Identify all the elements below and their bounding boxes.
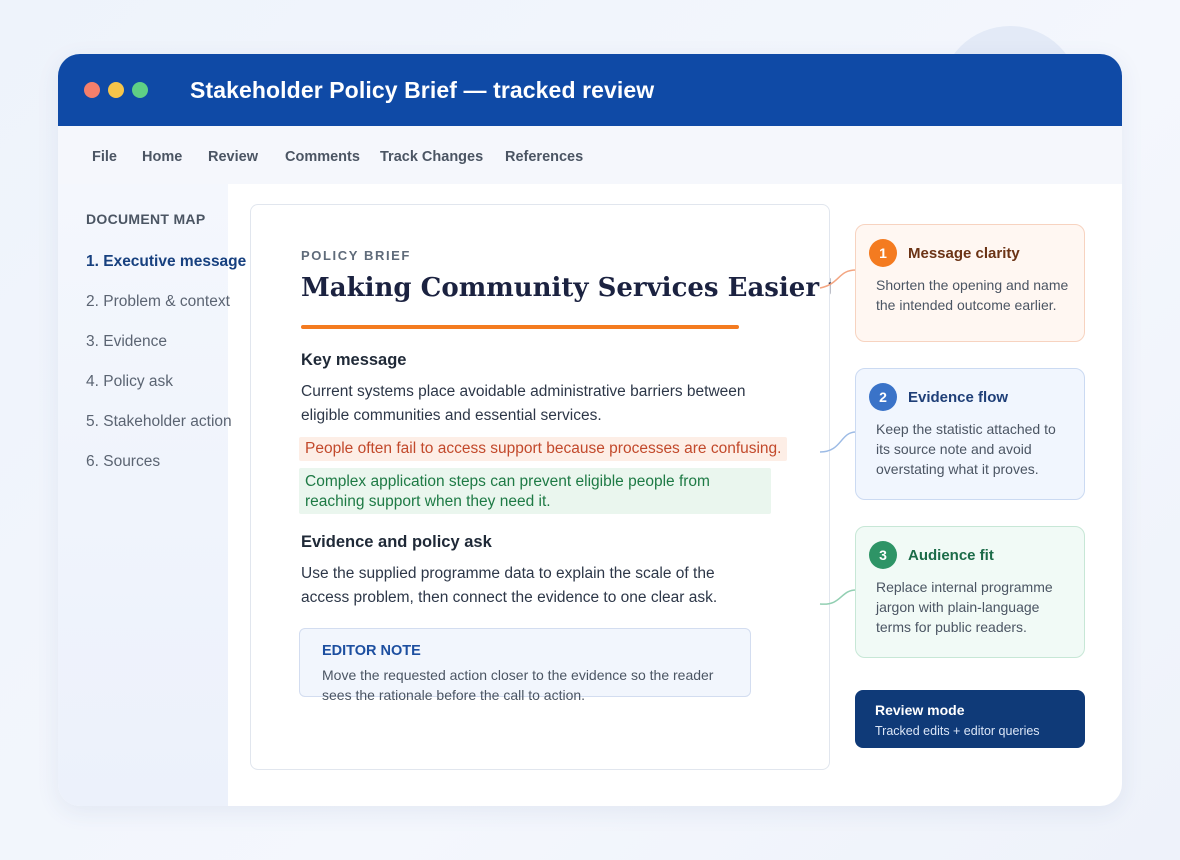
title-bar: Stakeholder Policy Brief — tracked revie… xyxy=(58,54,1122,126)
evidence-text[interactable]: Use the supplied programme data to expla… xyxy=(301,562,761,610)
sidebar-item-executive-message[interactable]: 1. Executive message xyxy=(86,253,246,271)
sidebar-item-stakeholder-action[interactable]: 5. Stakeholder action xyxy=(86,413,232,431)
comment-text: Keep the statistic attached to its sourc… xyxy=(876,421,1056,477)
comment-number-badge: 3 xyxy=(869,541,897,569)
tracked-deletion[interactable]: People often fail to access support beca… xyxy=(299,437,788,461)
comment-number-badge: 2 xyxy=(869,383,897,411)
menu-comments[interactable]: Comments xyxy=(285,149,360,165)
document-title[interactable]: Making Community Services Easier to Acce… xyxy=(301,273,831,303)
comment-card-audience-fit[interactable]: 3 Audience fit Replace internal programm… xyxy=(855,526,1085,658)
comment-text: Shorten the opening and name the intende… xyxy=(876,277,1069,313)
app-window: Stakeholder Policy Brief — tracked revie… xyxy=(58,54,1122,806)
comment-card-evidence-flow[interactable]: 2 Evidence flow Keep the statistic attac… xyxy=(855,368,1085,500)
document-page: POLICY BRIEF Making Community Services E… xyxy=(250,204,831,770)
review-mode-panel[interactable]: Review mode Tracked edits + editor queri… xyxy=(855,690,1085,748)
sidebar-item-sources[interactable]: 6. Sources xyxy=(86,453,160,471)
maximize-window-button[interactable] xyxy=(132,82,148,98)
comment-card-message-clarity[interactable]: 1 Message clarity Shorten the opening an… xyxy=(855,224,1085,342)
tracked-insertion[interactable]: Complex application steps can prevent el… xyxy=(299,468,771,514)
sidebar-item-policy-ask[interactable]: 4. Policy ask xyxy=(86,373,173,391)
window-controls xyxy=(84,82,148,98)
comment-title: Evidence flow xyxy=(908,389,1009,406)
editor-note-text: Move the requested action closer to the … xyxy=(322,667,714,703)
menu-home[interactable]: Home xyxy=(142,149,182,165)
document-eyebrow: POLICY BRIEF xyxy=(301,248,411,263)
menu-file[interactable]: File xyxy=(92,149,117,165)
key-message-text[interactable]: Current systems place avoidable administ… xyxy=(301,380,761,428)
menu-track-changes[interactable]: Track Changes xyxy=(380,149,483,165)
window-title: Stakeholder Policy Brief — tracked revie… xyxy=(190,76,655,103)
comment-number-badge: 1 xyxy=(869,239,897,267)
comment-title: Audience fit xyxy=(908,547,994,564)
comment-title: Message clarity xyxy=(908,245,1020,262)
close-window-button[interactable] xyxy=(84,82,100,98)
document-map-sidebar: DOCUMENT MAP 1. Executive message 2. Pro… xyxy=(58,184,246,806)
sidebar-item-evidence[interactable]: 3. Evidence xyxy=(86,333,167,351)
review-mode-title: Review mode xyxy=(875,702,965,718)
title-underline xyxy=(301,325,739,329)
menu-review[interactable]: Review xyxy=(208,149,258,165)
document-map-heading: DOCUMENT MAP xyxy=(86,211,206,227)
editor-note-title: EDITOR NOTE xyxy=(322,643,421,659)
evidence-heading[interactable]: Evidence and policy ask xyxy=(301,533,492,552)
sidebar-item-problem-context[interactable]: 2. Problem & context xyxy=(86,293,230,311)
document-title-container: Making Community Services Easier to Acce… xyxy=(301,273,831,303)
key-message-heading[interactable]: Key message xyxy=(301,351,407,370)
menu-references[interactable]: References xyxy=(505,149,583,165)
menu-bar: File Home Review Comments Track Changes … xyxy=(58,126,1122,184)
review-mode-subtitle: Tracked edits + editor queries xyxy=(875,724,1040,738)
editor-note[interactable]: EDITOR NOTE Move the requested action cl… xyxy=(299,628,751,703)
comment-text: Replace internal programme jargon with p… xyxy=(876,579,1053,635)
minimize-window-button[interactable] xyxy=(108,82,124,98)
